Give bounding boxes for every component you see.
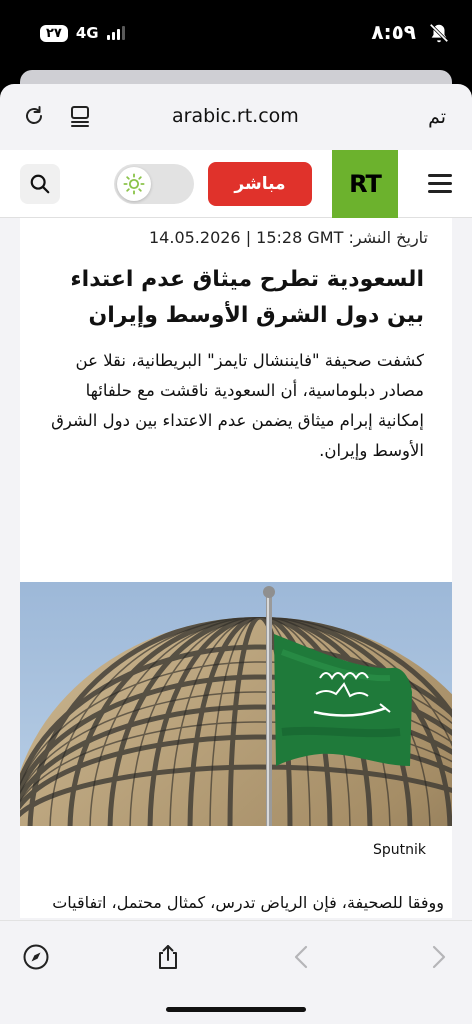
publish-date-label: تاريخ النشر: [348,228,428,247]
status-time: ٨:٥٩ [371,20,416,44]
battery-indicator: ٢٧ [40,24,68,42]
browser-bar: arabic.rt.com تم [0,84,472,150]
home-indicator [166,1007,306,1012]
silent-bell-icon [429,23,449,43]
article-image[interactable] [20,582,452,826]
publish-date: تاريخ النشر: 14.05.2026 | 15:28 GMT [20,228,452,247]
done-button[interactable]: تم [428,106,446,128]
compass-icon[interactable] [22,943,50,971]
article-content: تاريخ النشر: 14.05.2026 | 15:28 GMT السع… [20,218,452,918]
article-lead: كشفت صحيفة "فايننشال تايمز" البريطانية، … [51,351,424,460]
theme-toggle-sun-icon [123,173,145,195]
publish-date-value: 14.05.2026 | 15:28 GMT [149,228,344,247]
status-left: ٢٧ 4G [40,24,125,42]
browser-sheet: arabic.rt.com تم مباشر RT تاريخ النشر: 1… [0,84,472,1024]
article-title: السعودية تطرح ميثاق عدم اعتداء بين دول ا… [70,267,424,328]
search-button[interactable] [20,164,60,204]
reload-icon[interactable] [22,104,46,128]
reader-icon[interactable] [68,104,92,128]
live-button[interactable]: مباشر [208,162,312,206]
back-icon[interactable] [288,943,316,971]
url-field[interactable]: arabic.rt.com [172,105,299,127]
menu-icon[interactable] [428,174,452,193]
image-credit: Sputnik [372,842,426,858]
network-label: 4G [75,24,99,42]
forward-icon[interactable] [424,943,452,971]
dome-flag-image [20,582,452,826]
signal-icon [106,26,125,40]
toggle-knob [117,167,151,201]
status-bar: ٢٧ 4G ٨:٥٩ [0,0,472,66]
rt-logo[interactable]: RT [332,150,398,218]
bottom-toolbar [0,920,472,1024]
share-icon[interactable] [154,943,182,971]
search-icon [30,174,50,194]
theme-toggle[interactable] [114,164,194,204]
site-header: مباشر RT [0,150,472,218]
